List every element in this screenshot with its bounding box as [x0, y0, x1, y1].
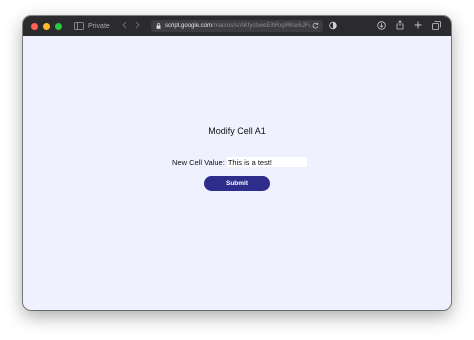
- browser-toolbar: Private script.google.com/macros/s/AKfyc…: [23, 16, 451, 36]
- sidebar-icon[interactable]: [74, 22, 84, 30]
- nav-buttons: [122, 21, 140, 31]
- window-controls: [31, 22, 62, 30]
- cell-value-row: New Cell Value:: [172, 157, 307, 167]
- browser-window: Private script.google.com/macros/s/AKfyc…: [23, 16, 451, 310]
- lock-icon: [156, 23, 161, 29]
- close-window-button[interactable]: [31, 22, 38, 30]
- address-host: script.google.com: [165, 23, 213, 29]
- page-content: Modify Cell A1 New Cell Value: Submit: [23, 36, 451, 310]
- forward-icon[interactable]: [135, 21, 140, 31]
- reload-icon[interactable]: [312, 22, 319, 29]
- toolbar-right-icons: [377, 20, 441, 30]
- download-icon[interactable]: [377, 20, 386, 30]
- maximize-window-button[interactable]: [55, 22, 62, 30]
- address-bar[interactable]: script.google.com/macros/s/AKfycbweEihRx…: [151, 20, 323, 32]
- minimize-window-button[interactable]: [43, 22, 50, 30]
- page-title: Modify Cell A1: [208, 126, 266, 136]
- private-label: Private: [88, 22, 110, 30]
- back-icon[interactable]: [122, 21, 127, 31]
- tab-overview-icon[interactable]: [432, 20, 441, 30]
- new-tab-icon[interactable]: [414, 21, 422, 29]
- cell-value-input[interactable]: [226, 157, 307, 167]
- share-icon[interactable]: [396, 20, 404, 30]
- submit-button[interactable]: Submit: [204, 176, 270, 191]
- address-path: /macros/s/AKfycbweEihRxpRKw6JFi...: [212, 23, 315, 29]
- cell-value-label: New Cell Value:: [172, 157, 225, 167]
- shield-icon[interactable]: [329, 21, 337, 30]
